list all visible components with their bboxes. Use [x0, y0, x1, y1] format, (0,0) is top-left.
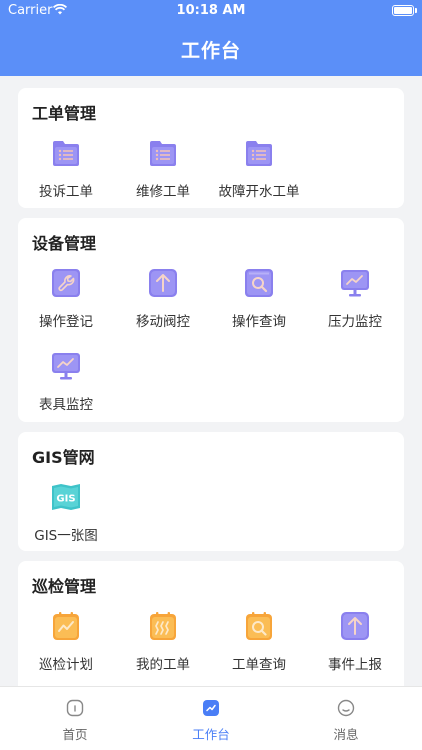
home-icon — [66, 699, 84, 717]
status-time: 10:18 AM — [176, 3, 246, 18]
folder-list-icon — [53, 141, 79, 166]
folder-list-icon — [246, 141, 272, 166]
section-title: 设备管理 — [32, 234, 97, 253]
monitor-chart-icon — [52, 353, 80, 380]
status-bar: Carrier 10:18 AM — [0, 0, 422, 22]
page-title: 工作台 — [180, 40, 241, 62]
wrench-icon — [52, 269, 80, 297]
tab-home[interactable]: 首页 — [15, 687, 135, 750]
arrow-up-icon — [341, 612, 369, 640]
folder-list-icon — [150, 141, 176, 166]
monitor-chart-icon — [341, 270, 369, 297]
search-screen-icon — [245, 269, 273, 297]
item-label: 事件上报 — [328, 657, 382, 673]
calendar-search-icon — [246, 612, 272, 640]
section-title: 工单管理 — [32, 104, 97, 123]
workbench-chart-icon — [203, 700, 219, 716]
message-icon — [337, 699, 355, 717]
section-equipment: 设备管理 操作登记 移动阀控 操作查询 压力监控 表具监控 — [18, 218, 404, 422]
svg-text:GIS: GIS — [56, 494, 75, 505]
tab-messages[interactable]: 消息 — [286, 687, 406, 750]
tab-label: 首页 — [62, 727, 88, 742]
battery-tip — [415, 8, 417, 13]
arrow-up-icon — [149, 269, 177, 297]
tab-bar: 首页 工作台 消息 — [0, 686, 422, 750]
section-title: GIS管网 — [32, 448, 95, 467]
app-header: Carrier 10:18 AM 工作台 — [0, 0, 422, 76]
section-gis: GIS管网 GIS GIS一张图 — [18, 432, 404, 551]
section-work-orders: 工单管理 投诉工单 维修工单 故障开水工单 — [18, 88, 404, 208]
item-label: 表具监控 — [39, 397, 93, 413]
tab-label: 工作台 — [192, 727, 230, 742]
calendar-chart-icon — [53, 612, 79, 640]
tab-label: 消息 — [333, 727, 359, 742]
item-label: 压力监控 — [328, 314, 382, 330]
section-inspection: 巡检管理 巡检计划 我的工单 工单查询 事件上报 — [18, 561, 404, 701]
tab-workbench[interactable]: 工作台 — [151, 687, 271, 750]
section-title: 巡检管理 — [32, 577, 97, 596]
calendar-waves-icon — [150, 612, 176, 640]
item-label: GIS一张图 — [34, 528, 98, 544]
item-label: 故障开水工单 — [218, 184, 300, 200]
battery-icon — [392, 5, 414, 16]
gis-map-icon: GIS — [52, 484, 80, 510]
